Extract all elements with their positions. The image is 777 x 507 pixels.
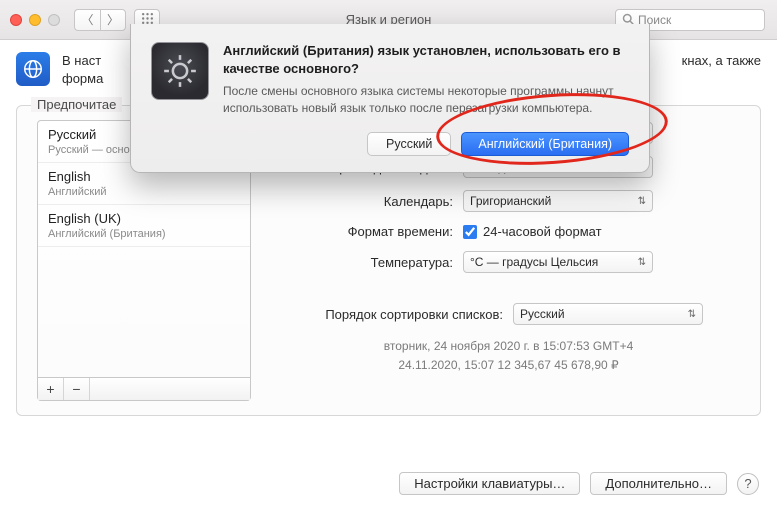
- calendar-select[interactable]: Григорианский ⇅: [463, 190, 653, 212]
- bottom-buttons: Настройки клавиатуры… Дополнительно… ?: [399, 472, 759, 495]
- minimize-window-button[interactable]: [29, 14, 41, 26]
- sheet-headline: Английский (Британия) язык установлен, и…: [223, 42, 629, 77]
- add-language-button[interactable]: +: [38, 378, 64, 400]
- help-button[interactable]: ?: [737, 473, 759, 495]
- chevron-left-icon: 〈: [81, 11, 93, 28]
- forward-button[interactable]: 〉: [100, 9, 126, 31]
- sheet-primary-button[interactable]: Английский (Британия): [461, 132, 629, 156]
- window-controls: [10, 14, 60, 26]
- zoom-window-button[interactable]: [48, 14, 60, 26]
- group-legend: Предпочитае: [31, 97, 122, 112]
- sheet-description: После смены основного языка системы неко…: [223, 83, 629, 118]
- advanced-button[interactable]: Дополнительно…: [590, 472, 727, 495]
- temperature-label: Температура:: [277, 255, 463, 270]
- time-format-label: Формат времени:: [277, 224, 463, 239]
- sort-order-select[interactable]: Русский ⇅: [513, 303, 703, 325]
- back-button[interactable]: 〈: [74, 9, 100, 31]
- updown-icon: ⇅: [638, 196, 646, 207]
- nav-back-forward: 〈 〉: [74, 9, 126, 31]
- calendar-label: Календарь:: [277, 194, 463, 209]
- temperature-select[interactable]: °C — градусы Цельсия ⇅: [463, 251, 653, 273]
- list-item[interactable]: English (UK) Английский (Британия): [38, 205, 250, 247]
- language-region-icon: [16, 52, 50, 86]
- chevron-right-icon: 〉: [107, 11, 119, 28]
- remove-language-button[interactable]: −: [64, 378, 90, 400]
- updown-icon: ⇅: [688, 309, 696, 320]
- time-format-checkbox[interactable]: 24-часовой формат: [463, 224, 602, 239]
- time-format-checkbox-input[interactable]: [463, 225, 477, 239]
- updown-icon: ⇅: [638, 257, 646, 268]
- keyboard-settings-button[interactable]: Настройки клавиатуры…: [399, 472, 580, 495]
- close-window-button[interactable]: [10, 14, 22, 26]
- sheet-secondary-button[interactable]: Русский: [367, 132, 451, 156]
- language-list-footer: + −: [37, 378, 251, 401]
- format-preview: вторник, 24 ноября 2020 г. в 15:07:53 GM…: [277, 337, 740, 375]
- sort-order-label: Порядок сортировки списков:: [277, 307, 513, 322]
- primary-language-sheet: Английский (Британия) язык установлен, и…: [130, 24, 650, 173]
- system-preferences-icon: [151, 42, 209, 100]
